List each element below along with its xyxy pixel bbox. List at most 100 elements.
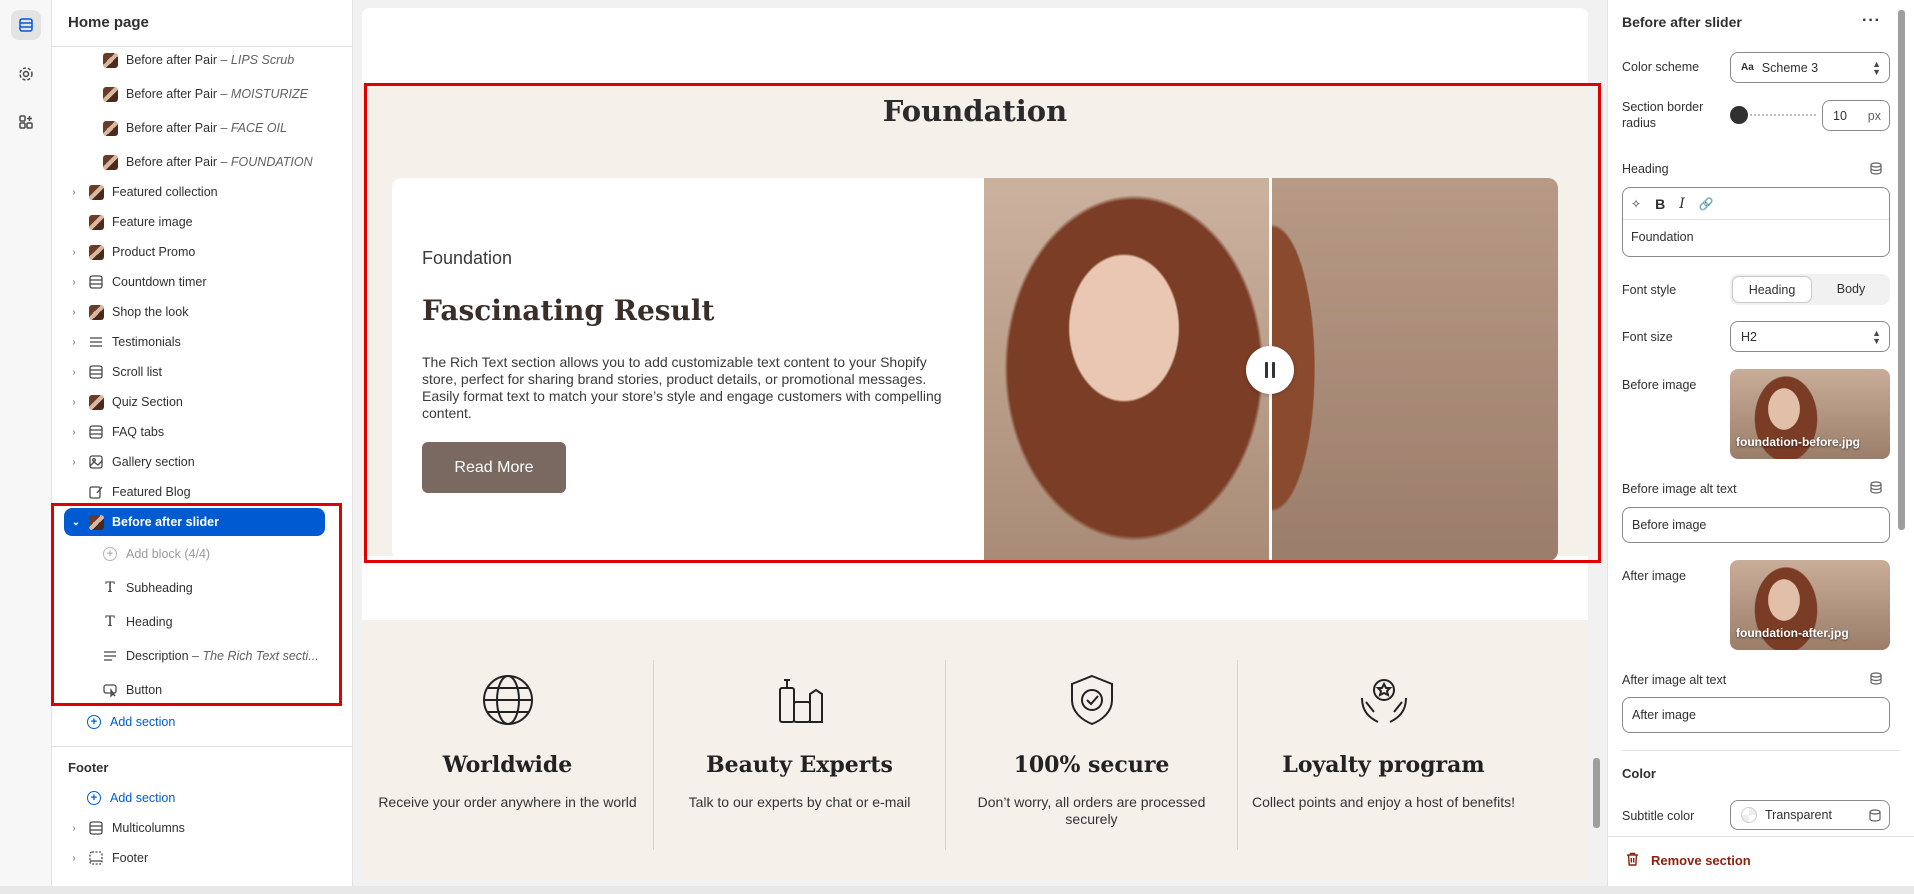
- chevron-right-icon[interactable]: ›: [68, 397, 80, 408]
- add-block-button[interactable]: + Add block (4/4): [102, 540, 210, 568]
- after-image-picker[interactable]: foundation-after.jpg: [1730, 560, 1890, 650]
- rte-toolbar: ✧ B I 🔗: [1623, 188, 1889, 220]
- chevron-right-icon[interactable]: ›: [68, 853, 80, 864]
- dynamic-source-icon[interactable]: [1869, 809, 1881, 825]
- section-before-after-slider[interactable]: ⌄ Before after slider: [64, 508, 325, 536]
- item-sub: – FOUNDATION: [220, 155, 313, 169]
- more-options-icon[interactable]: ···: [1862, 12, 1881, 30]
- chevron-right-icon[interactable]: ›: [68, 427, 80, 438]
- font-size-select[interactable]: H2 ▲ ▼: [1730, 321, 1890, 352]
- font-style-heading-option[interactable]: Heading: [1732, 276, 1812, 303]
- chevron-down-icon[interactable]: ⌄: [70, 517, 82, 528]
- feature-title: Loyalty program: [1282, 752, 1485, 778]
- radius-number-input[interactable]: 10 px: [1822, 100, 1890, 131]
- apps-icon[interactable]: [11, 107, 41, 137]
- list-icon: [88, 334, 104, 350]
- button-icon: [102, 682, 118, 698]
- dynamic-source-icon[interactable]: [1870, 162, 1882, 175]
- section-featured-blog[interactable]: Featured Blog: [68, 478, 338, 506]
- unit-label: px: [1867, 109, 1881, 123]
- chevron-right-icon[interactable]: ›: [68, 457, 80, 468]
- block-heading[interactable]: T Heading: [102, 608, 173, 636]
- item-label: Button: [126, 683, 163, 697]
- before-image: [984, 178, 1269, 561]
- heading-rich-text-editor[interactable]: ✧ B I 🔗 Foundation: [1622, 187, 1890, 257]
- item-label: Multicolumns: [112, 821, 185, 835]
- item-label: Gallery section: [112, 455, 195, 469]
- chevron-right-icon[interactable]: ›: [68, 337, 80, 348]
- section-gallery[interactable]: › Gallery section: [68, 448, 338, 476]
- heading-text-value[interactable]: Foundation: [1623, 220, 1889, 244]
- section-multicolumns[interactable]: › Multicolumns: [68, 814, 338, 842]
- feature-desc: Talk to our experts by chat or e-mail: [688, 794, 911, 810]
- globe-icon: [480, 672, 536, 728]
- dynamic-source-icon[interactable]: [1870, 481, 1882, 494]
- footer-add-section-button[interactable]: + Add section: [86, 784, 175, 812]
- item-label: Heading: [126, 615, 173, 629]
- before-alt-input[interactable]: Before image: [1622, 507, 1890, 543]
- before-image-picker[interactable]: foundation-before.jpg: [1730, 369, 1890, 459]
- item-label: Before after Pair: [126, 121, 218, 135]
- after-alt-input[interactable]: After image: [1622, 697, 1890, 733]
- dynamic-source-icon[interactable]: [1870, 672, 1882, 685]
- item-label: Subheading: [126, 581, 193, 595]
- before-after-section[interactable]: Foundation Foundation Fascinating Result…: [362, 84, 1588, 561]
- settings-gear-icon[interactable]: [11, 59, 41, 89]
- chevron-right-icon[interactable]: ›: [68, 823, 80, 834]
- add-section-button[interactable]: + Add section: [86, 708, 175, 736]
- section-faq-tabs[interactable]: › FAQ tabs: [68, 418, 338, 446]
- comparison-image[interactable]: [984, 178, 1558, 561]
- block-before-after-pair[interactable]: Before after Pair – LIPS Scrub: [102, 46, 294, 74]
- radius-slider-knob[interactable]: [1730, 106, 1748, 124]
- section-footer[interactable]: › Footer: [68, 844, 338, 872]
- select-value: Transparent: [1765, 808, 1832, 822]
- preview-scrollbar[interactable]: [1590, 8, 1602, 880]
- feature-item: Loyalty program Collect points and enjoy…: [1238, 660, 1529, 850]
- color-scheme-select[interactable]: Aa Scheme 3 ▲ ▼: [1730, 52, 1890, 83]
- sections-icon[interactable]: [11, 10, 41, 40]
- font-style-body-option[interactable]: Body: [1812, 276, 1890, 303]
- read-more-button[interactable]: Read More: [422, 442, 566, 493]
- item-label: Before after Pair: [126, 87, 218, 101]
- section-featured-collection[interactable]: › Featured collection: [68, 178, 338, 206]
- block-before-after-pair[interactable]: Before after Pair – FACE OIL: [102, 114, 287, 142]
- after-image-label: After image: [1622, 569, 1686, 583]
- italic-icon[interactable]: I: [1679, 196, 1685, 212]
- divider: [1622, 750, 1900, 751]
- subtitle-color-picker[interactable]: Transparent: [1730, 800, 1890, 830]
- block-before-after-pair[interactable]: Before after Pair – MOISTURIZE: [102, 80, 308, 108]
- section-testimonials[interactable]: › Testimonials: [68, 328, 338, 356]
- bold-icon[interactable]: B: [1655, 196, 1665, 212]
- chevron-right-icon[interactable]: ›: [68, 187, 80, 198]
- chevron-right-icon[interactable]: ›: [68, 367, 80, 378]
- feature-title: 100% secure: [1013, 752, 1170, 778]
- link-icon[interactable]: 🔗: [1699, 197, 1714, 211]
- section-scroll-list[interactable]: › Scroll list: [68, 358, 338, 386]
- remove-section-button[interactable]: Remove section: [1626, 852, 1751, 869]
- slider-handle[interactable]: [1246, 346, 1294, 394]
- footer-icon: [88, 850, 104, 866]
- after-alt-label: After image alt text: [1622, 673, 1727, 687]
- block-description[interactable]: Description – The Rich Text secti...: [102, 642, 319, 670]
- subtitle-color-label: Subtitle color: [1622, 809, 1695, 823]
- chevron-right-icon[interactable]: ›: [68, 277, 80, 288]
- item-label: Before after Pair: [126, 53, 218, 67]
- font-style-toggle[interactable]: Heading Body: [1730, 274, 1890, 305]
- block-subheading[interactable]: T Subheading: [102, 574, 193, 602]
- chevron-right-icon[interactable]: ›: [68, 247, 80, 258]
- item-label: Countdown timer: [112, 275, 207, 289]
- ai-sparkle-icon[interactable]: ✧: [1631, 197, 1641, 211]
- chevron-right-icon[interactable]: ›: [68, 307, 80, 318]
- section-countdown-timer[interactable]: › Countdown timer: [68, 268, 338, 296]
- plus-circle-icon: +: [87, 715, 101, 729]
- section-shop-the-look[interactable]: › Shop the look: [68, 298, 338, 326]
- block-before-after-pair[interactable]: Before after Pair – FOUNDATION: [102, 148, 313, 176]
- section-product-promo[interactable]: › Product Promo: [68, 238, 338, 266]
- settings-scrollbar[interactable]: [1898, 10, 1905, 530]
- section-feature-image[interactable]: Feature image: [68, 208, 338, 236]
- section-quiz[interactable]: › Quiz Section: [68, 388, 338, 416]
- image-icon: [88, 454, 104, 470]
- section-heading: Foundation: [882, 94, 1068, 128]
- block-button[interactable]: Button: [102, 676, 162, 704]
- feature-item: Beauty Experts Talk to our experts by ch…: [654, 660, 945, 850]
